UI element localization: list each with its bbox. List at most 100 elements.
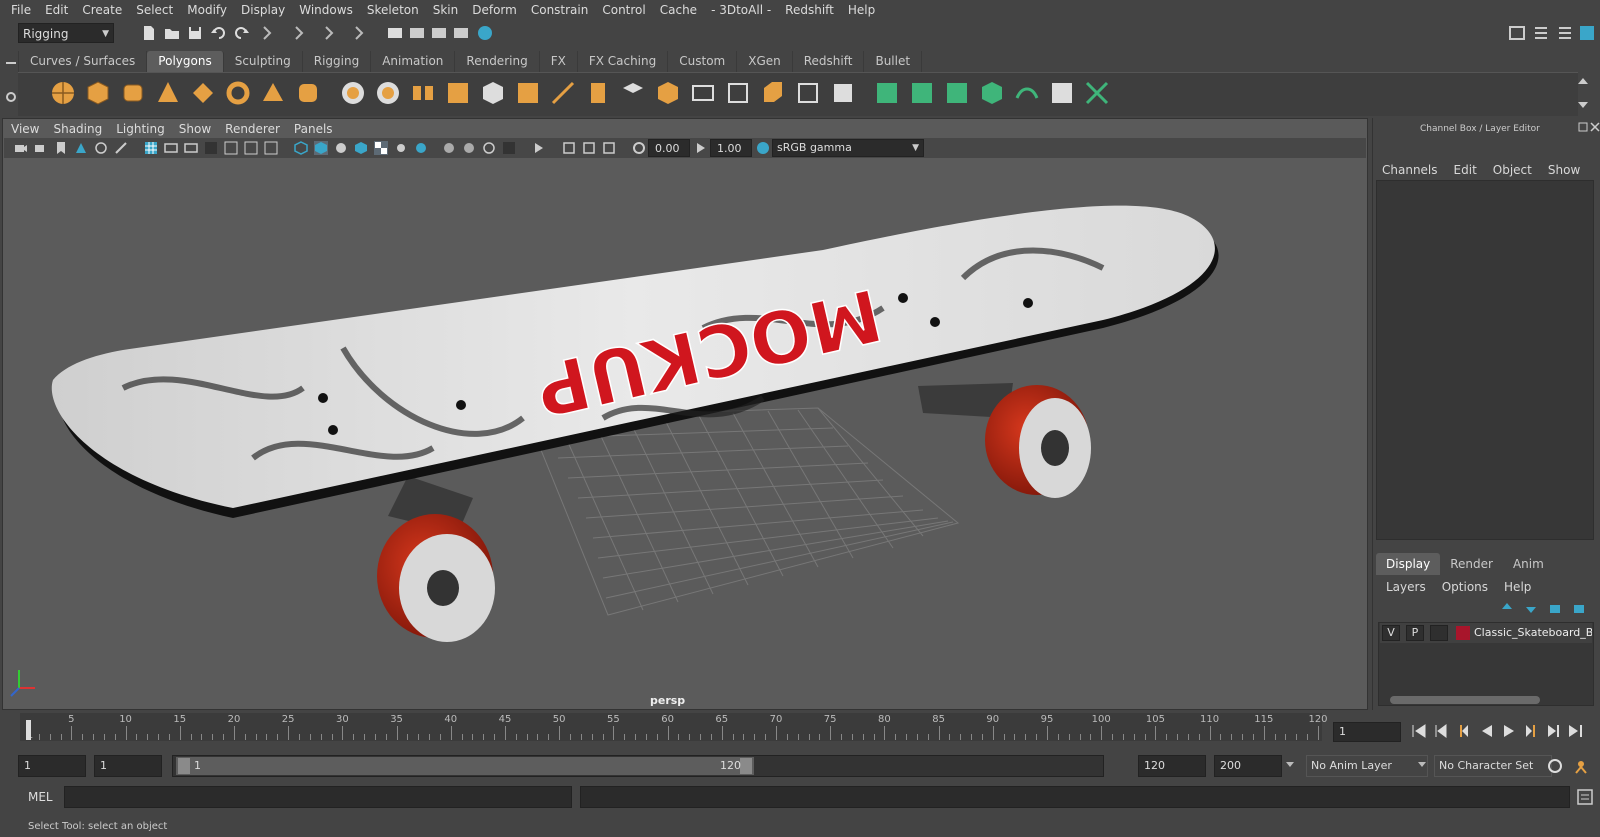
shadows-icon[interactable] bbox=[414, 141, 428, 155]
new-layer-icon[interactable] bbox=[1548, 601, 1562, 615]
move-layer-down-icon[interactable] bbox=[1524, 601, 1538, 615]
play-backwards-icon[interactable] bbox=[1478, 722, 1496, 740]
menu-modify[interactable]: Modify bbox=[180, 0, 234, 20]
menu-redshift[interactable]: Redshift bbox=[778, 0, 841, 20]
smooth-shade-icon[interactable] bbox=[314, 141, 328, 155]
fill-hole-icon[interactable] bbox=[758, 78, 788, 108]
uv-spherical-icon[interactable] bbox=[942, 78, 972, 108]
resolution-gate-icon[interactable] bbox=[184, 141, 198, 155]
gate-mask-icon[interactable] bbox=[204, 141, 218, 155]
layer-menu-help[interactable]: Help bbox=[1496, 578, 1539, 596]
append-polygon-icon[interactable] bbox=[618, 78, 648, 108]
isolate-select-icon[interactable] bbox=[532, 141, 546, 155]
layer-menu-layers[interactable]: Layers bbox=[1378, 578, 1434, 596]
range-slider-bar[interactable] bbox=[176, 757, 754, 775]
poly-torus-icon[interactable] bbox=[223, 78, 253, 108]
auto-key-icon[interactable] bbox=[1546, 757, 1564, 775]
wireframe-on-shaded-icon[interactable] bbox=[354, 141, 368, 155]
smooth-icon[interactable] bbox=[443, 78, 473, 108]
xray-joints-icon[interactable] bbox=[582, 141, 596, 155]
combine-icon[interactable] bbox=[338, 78, 368, 108]
uv-checker-icon[interactable] bbox=[1047, 78, 1077, 108]
menu-deform[interactable]: Deform bbox=[465, 0, 524, 20]
poly-cone-icon[interactable] bbox=[153, 78, 183, 108]
move-layer-up-icon[interactable] bbox=[1500, 601, 1514, 615]
render-settings-icon[interactable] bbox=[452, 24, 470, 42]
shelf-tab-polygons[interactable]: Polygons bbox=[147, 51, 224, 73]
color-management-icon[interactable] bbox=[756, 141, 770, 155]
playback-end-field[interactable]: 120 bbox=[1138, 755, 1206, 777]
grease-pencil-icon[interactable] bbox=[114, 141, 128, 155]
bookmark-icon[interactable] bbox=[54, 141, 68, 155]
poly-cylinder-icon[interactable] bbox=[118, 78, 148, 108]
bridge-icon[interactable] bbox=[688, 78, 718, 108]
channel-list[interactable] bbox=[1376, 180, 1594, 540]
viewport-menu-panels[interactable]: Panels bbox=[287, 120, 340, 138]
poly-cube-icon[interactable] bbox=[83, 78, 113, 108]
channel-box-menu-channels[interactable]: Channels bbox=[1374, 161, 1446, 179]
tab-anim[interactable]: Anim bbox=[1503, 553, 1554, 575]
menu-set-dropdown[interactable]: Rigging ▼ bbox=[18, 23, 114, 43]
exposure-icon[interactable] bbox=[632, 141, 646, 155]
target-weld-icon[interactable] bbox=[793, 78, 823, 108]
viewport-menu-lighting[interactable]: Lighting bbox=[109, 120, 172, 138]
screen-space-ao-icon[interactable] bbox=[442, 141, 456, 155]
animation-preferences-icon[interactable] bbox=[1572, 757, 1590, 775]
step-forward-frame-icon[interactable] bbox=[1544, 722, 1562, 740]
anim-layer-dropdown[interactable]: No Anim Layer bbox=[1306, 755, 1428, 777]
tool-settings-icon[interactable] bbox=[1556, 24, 1574, 42]
redo-icon[interactable] bbox=[232, 24, 250, 42]
select-hierarchy-icon[interactable] bbox=[258, 24, 276, 42]
layer-name[interactable]: Classic_Skateboard_Black bbox=[1474, 625, 1592, 641]
script-language-label[interactable]: MEL bbox=[28, 790, 53, 804]
close-icon[interactable] bbox=[1590, 122, 1600, 132]
remesh-icon[interactable] bbox=[513, 78, 543, 108]
menu-create[interactable]: Create bbox=[75, 0, 129, 20]
shelf-menu-icon[interactable] bbox=[4, 56, 18, 70]
step-back-frame-icon[interactable] bbox=[1432, 722, 1450, 740]
safe-title-icon[interactable] bbox=[264, 141, 278, 155]
select-component-icon[interactable] bbox=[320, 24, 338, 42]
chevron-down-icon[interactable] bbox=[1284, 758, 1296, 770]
film-gate-icon[interactable] bbox=[164, 141, 178, 155]
shelf-tab-xgen[interactable]: XGen bbox=[737, 51, 793, 73]
range-end-handle[interactable] bbox=[740, 758, 752, 774]
go-to-end-icon[interactable] bbox=[1566, 722, 1584, 740]
menu-file[interactable]: File bbox=[4, 0, 38, 20]
exposure-field[interactable]: 0.00 bbox=[648, 139, 690, 157]
step-back-key-icon[interactable] bbox=[1454, 722, 1472, 740]
shelf-tab-fx-caching[interactable]: FX Caching bbox=[578, 51, 669, 73]
undo-icon[interactable] bbox=[210, 24, 228, 42]
xray-icon[interactable] bbox=[562, 141, 576, 155]
layer-menu-options[interactable]: Options bbox=[1434, 578, 1496, 596]
layer-visibility-toggle[interactable]: V bbox=[1382, 625, 1400, 641]
uv-cylindrical-icon[interactable] bbox=[907, 78, 937, 108]
channel-box-menu-object[interactable]: Object bbox=[1485, 161, 1540, 179]
field-chart-icon[interactable] bbox=[224, 141, 238, 155]
bevel-icon[interactable] bbox=[723, 78, 753, 108]
gamma-icon[interactable] bbox=[694, 141, 708, 155]
range-start-handle[interactable] bbox=[178, 758, 190, 774]
poly-plane-icon[interactable] bbox=[188, 78, 218, 108]
poly-pyramid-icon[interactable] bbox=[258, 78, 288, 108]
uv-planar-icon[interactable] bbox=[872, 78, 902, 108]
tab-display[interactable]: Display bbox=[1376, 553, 1441, 575]
viewport-menu-renderer[interactable]: Renderer bbox=[218, 120, 287, 138]
multi-cut-icon[interactable] bbox=[548, 78, 578, 108]
new-layer-selected-icon[interactable] bbox=[1572, 601, 1586, 615]
camera-attributes-icon[interactable] bbox=[34, 141, 48, 155]
command-input[interactable] bbox=[64, 786, 572, 808]
layer-color-swatch[interactable] bbox=[1456, 626, 1470, 640]
shelf-tab-bullet[interactable]: Bullet bbox=[864, 51, 923, 73]
channel-box-menu-edit[interactable]: Edit bbox=[1446, 161, 1485, 179]
chevron-down-icon[interactable] bbox=[1416, 758, 1428, 770]
shelf-tab-fx[interactable]: FX bbox=[540, 51, 578, 73]
separate-icon[interactable] bbox=[373, 78, 403, 108]
camera-icon[interactable] bbox=[14, 141, 28, 155]
depth-of-field-icon[interactable] bbox=[502, 141, 516, 155]
xray-components-icon[interactable] bbox=[602, 141, 616, 155]
new-scene-icon[interactable] bbox=[140, 24, 158, 42]
shelf-scroll-icon[interactable] bbox=[1576, 76, 1590, 110]
scene-end-field[interactable]: 200 bbox=[1214, 755, 1282, 777]
hypershade-icon[interactable] bbox=[476, 24, 494, 42]
